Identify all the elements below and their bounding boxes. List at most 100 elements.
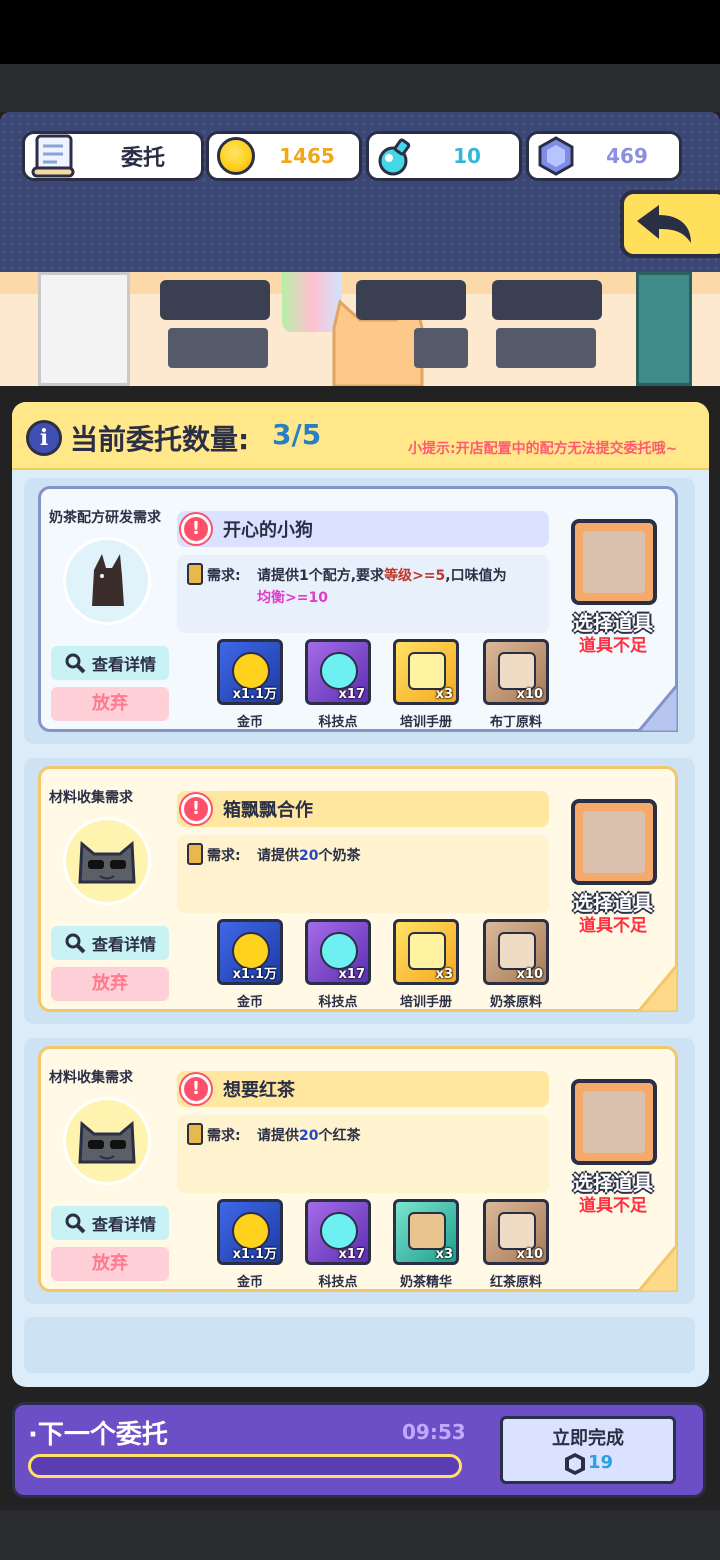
pudding-box-icon: [498, 652, 536, 690]
magnifier-icon: [65, 653, 86, 674]
reward-name: 红茶原料: [489, 1275, 542, 1290]
back-arrow-icon: [637, 205, 691, 243]
red-tea-box-icon: [498, 1212, 536, 1250]
reward-slot[interactable]: x1.1万: [217, 1199, 283, 1265]
reward-name: 金币: [236, 715, 263, 730]
view-details-label: 查看详情: [91, 655, 156, 674]
requirement-text: 请提供20个红茶: [257, 1125, 547, 1147]
commission-card: 材料收集需求 查看详情 放弃 ! 想要红茶 需求: 请提供20个红茶 x1.1万…: [24, 1038, 695, 1304]
commission-count-value: 3/5: [272, 418, 322, 451]
tip-text: 小提示:开店配置中的配方无法提交委托哦~: [408, 441, 678, 457]
reward-slot[interactable]: x3: [393, 1199, 459, 1265]
requirement-box: 需求: 请提供20个奶茶: [177, 835, 549, 913]
reward-qty: x3: [435, 967, 453, 982]
progress-bar: [28, 1454, 462, 1478]
navigation-bar: [0, 1510, 720, 1560]
status-bar: [0, 0, 720, 64]
gem-counter[interactable]: 469: [526, 131, 682, 181]
milk-tea-box-icon: [498, 932, 536, 970]
alert-icon: !: [181, 794, 211, 824]
req-highlight: 20: [299, 1128, 319, 1144]
book-icon: [408, 932, 446, 970]
reward-slot[interactable]: x3: [393, 639, 459, 705]
insufficient-label: 道具不足: [579, 1196, 647, 1216]
reward-qty: x10: [516, 687, 543, 702]
reward-name: 奶茶精华: [399, 1275, 452, 1290]
reward-qty: x1.1万: [232, 1247, 277, 1262]
view-details-button[interactable]: 查看详情: [51, 646, 169, 680]
insufficient-label: 道具不足: [579, 916, 647, 936]
select-item-button[interactable]: [571, 519, 657, 605]
commission-card: 材料收集需求 查看详情 放弃 ! 箱飘飘合作 需求: 请提供20个奶茶 x1.1…: [24, 758, 695, 1024]
alert-icon: !: [181, 514, 211, 544]
commission-type: 奶茶配方研发需求: [49, 510, 161, 526]
reward-slot[interactable]: x10: [483, 1199, 549, 1265]
essence-jar-icon: [408, 1212, 446, 1250]
requirement-text: 请提供20个奶茶: [257, 845, 547, 867]
card-title: 想要红茶: [223, 1080, 295, 1101]
gem-icon: [565, 1453, 585, 1475]
insufficient-label: 道具不足: [579, 636, 647, 656]
flask-icon: [320, 932, 358, 970]
commission-card: 奶茶配方研发需求 查看详情 放弃 ! 开心的小狗 需求: 请提供1个配方,要求等…: [24, 478, 695, 744]
flask-icon: [320, 1212, 358, 1250]
card-title-bar: ! 想要红茶: [177, 1071, 549, 1107]
cat-sunglasses-icon: [78, 840, 136, 884]
reward-qty: x17: [338, 687, 365, 702]
req-text: 请提供1个配方,要求: [257, 568, 385, 584]
cat-sunglasses-icon: [78, 1120, 136, 1164]
title-pill: 委托: [22, 131, 204, 181]
reward-slot[interactable]: x1.1万: [217, 919, 283, 985]
coin-counter[interactable]: 1465: [206, 131, 362, 181]
requirement-box: 需求: 请提供20个红茶: [177, 1115, 549, 1193]
reward-slot[interactable]: x17: [305, 919, 371, 985]
clipboard-icon: [187, 1123, 203, 1145]
reward-slot[interactable]: x3: [393, 919, 459, 985]
gem-value: 469: [606, 144, 648, 168]
reward-slot[interactable]: x10: [483, 919, 549, 985]
dog-icon: [92, 554, 124, 606]
card-paper: 材料收集需求 查看详情 放弃 ! 想要红茶 需求: 请提供20个红茶 x1.1万…: [38, 1046, 678, 1292]
reward-slot[interactable]: x17: [305, 1199, 371, 1265]
magnifier-icon: [65, 933, 86, 954]
requirement-label: 需求:: [207, 1128, 241, 1144]
req-text: 个红茶: [318, 1128, 361, 1144]
page-fold: [638, 684, 678, 732]
card-paper: 材料收集需求 查看详情 放弃 ! 箱飘飘合作 需求: 请提供20个奶茶 x1.1…: [38, 766, 678, 1012]
req-highlight: 均衡>=10: [257, 590, 328, 606]
view-details-label: 查看详情: [91, 1215, 156, 1234]
req-text: 请提供: [257, 1128, 299, 1144]
countdown-timer: 09:53: [402, 1420, 466, 1444]
reward-name: 培训手册: [399, 715, 452, 730]
abandon-button[interactable]: 放弃: [51, 967, 169, 1001]
warehouse-icon: [583, 1091, 645, 1153]
abandon-button[interactable]: 放弃: [51, 1247, 169, 1281]
select-item-button[interactable]: [571, 1079, 657, 1165]
reward-slot[interactable]: x10: [483, 639, 549, 705]
commission-type: 材料收集需求: [49, 790, 133, 806]
select-item-button[interactable]: [571, 799, 657, 885]
requirement-label: 需求:: [207, 568, 241, 584]
gem-icon: [538, 136, 574, 176]
commission-count-label: 当前委托数量:: [70, 423, 250, 456]
clipboard-icon: [187, 843, 203, 865]
avatar: [63, 537, 151, 625]
fridge: [38, 272, 130, 386]
reward-name: 金币: [236, 995, 263, 1010]
info-icon[interactable]: i: [26, 420, 62, 456]
instant-cost: 19: [588, 1452, 614, 1473]
view-details-button[interactable]: 查看详情: [51, 1206, 169, 1240]
reward-qty: x1.1万: [232, 687, 277, 702]
reward-slot[interactable]: x17: [305, 639, 371, 705]
abandon-button[interactable]: 放弃: [51, 687, 169, 721]
reward-name: 培训手册: [399, 995, 452, 1010]
view-details-button[interactable]: 查看详情: [51, 926, 169, 960]
flask-icon: [320, 652, 358, 690]
warehouse-icon: [583, 811, 645, 873]
tech-counter[interactable]: 10: [366, 131, 522, 181]
reward-slot[interactable]: x1.1万: [217, 639, 283, 705]
req-text: 个奶茶: [318, 848, 361, 864]
reward-name: 布丁原料: [489, 715, 542, 730]
back-button[interactable]: [620, 190, 720, 258]
reward-qty: x17: [338, 967, 365, 982]
